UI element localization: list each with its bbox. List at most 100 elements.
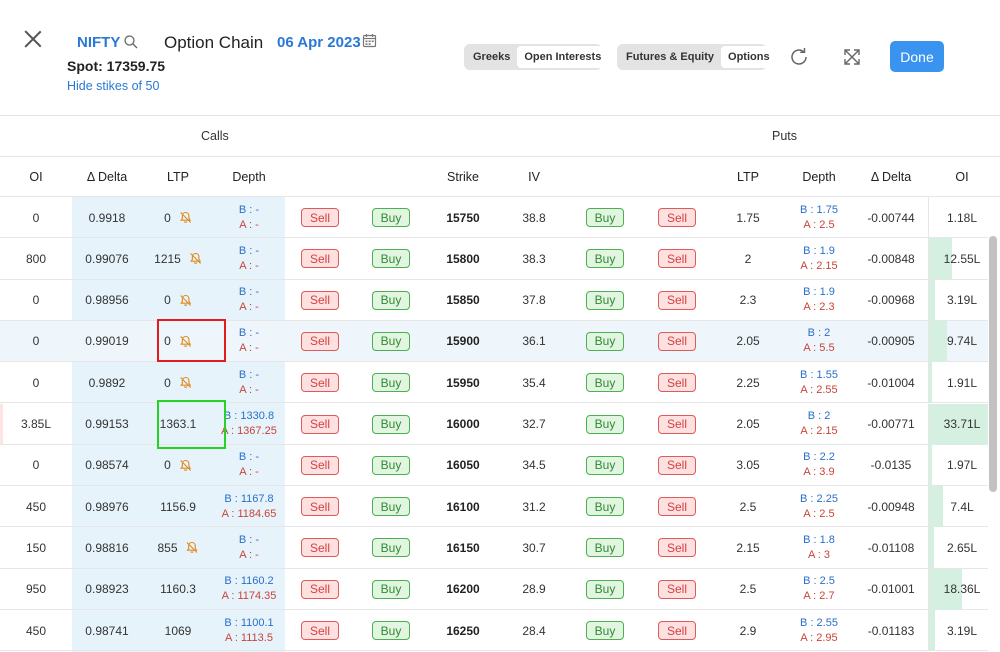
call-buy-button[interactable]: Buy: [372, 290, 410, 310]
col-iv[interactable]: IV: [528, 170, 540, 184]
expiry-date-selector[interactable]: 06 Apr 2023: [277, 34, 361, 51]
call-delta: 0.98741: [85, 623, 129, 638]
put-sell-button[interactable]: Sell: [658, 208, 696, 227]
call-buy-button[interactable]: Buy: [372, 579, 410, 599]
search-icon[interactable]: [123, 34, 139, 50]
put-sell-button[interactable]: Sell: [658, 290, 696, 310]
put-sell-button[interactable]: Sell: [658, 497, 696, 517]
calendar-icon[interactable]: [362, 33, 377, 48]
alert-off-icon[interactable]: [186, 541, 199, 554]
put-buy-button[interactable]: Buy: [586, 455, 624, 475]
call-sell-button[interactable]: Sell: [301, 414, 339, 434]
call-sell-button[interactable]: Sell: [301, 373, 339, 393]
call-buy-button[interactable]: Buy: [372, 208, 410, 227]
toggle-options[interactable]: Options: [721, 46, 777, 68]
call-sell-button[interactable]: Sell: [301, 331, 339, 351]
put-sell-button[interactable]: Sell: [658, 579, 696, 599]
alert-off-icon[interactable]: [179, 294, 192, 307]
call-sell-button[interactable]: Sell: [301, 538, 339, 558]
alert-off-icon[interactable]: [179, 376, 192, 389]
put-sell-button[interactable]: Sell: [658, 621, 696, 640]
option-row[interactable]: 950 0.98923 1160.3 B : 1160.2 A : 1174.35 Sel…: [0, 568, 988, 610]
close-icon[interactable]: [22, 28, 44, 50]
call-buy-button[interactable]: Buy: [372, 455, 410, 475]
alert-off-icon[interactable]: [189, 252, 202, 265]
refresh-icon[interactable]: [788, 46, 810, 68]
col-call-ltp[interactable]: LTP: [167, 170, 189, 184]
option-row[interactable]: 0 0.9918 0 B : - A : - Sell Buy 15750 38.8 Buy Sel…: [0, 197, 988, 239]
put-buy-button[interactable]: Buy: [586, 290, 624, 310]
col-put-delta[interactable]: Δ Delta: [871, 170, 911, 184]
hide-strikes-link[interactable]: Hide stikes of 50: [67, 79, 159, 93]
call-buy-cell: Buy: [372, 280, 410, 321]
option-row[interactable]: 0 0.98956 0 B : - A : - Sell Buy 15850 37.8 Buy Se…: [0, 279, 988, 321]
call-sell-button[interactable]: Sell: [301, 497, 339, 517]
put-sell-button[interactable]: Sell: [658, 373, 696, 393]
put-buy-button[interactable]: Buy: [586, 331, 624, 351]
done-button[interactable]: Done: [890, 41, 944, 72]
call-buy-button[interactable]: Buy: [372, 249, 410, 269]
call-buy-button[interactable]: Buy: [372, 331, 410, 351]
put-buy-button[interactable]: Buy: [586, 414, 624, 434]
put-sell-button[interactable]: Sell: [658, 414, 696, 434]
call-sell-button[interactable]: Sell: [301, 579, 339, 599]
call-sell-button[interactable]: Sell: [301, 290, 339, 310]
toggle-open-interests[interactable]: Open Interests: [517, 46, 609, 68]
col-put-depth[interactable]: Depth: [802, 170, 835, 184]
option-row[interactable]: 0 0.99019 0 B : -A : - Sell Buy 15900 36.1 Buy Se…: [0, 320, 988, 363]
put-buy-button[interactable]: Buy: [586, 497, 624, 517]
put-sell-cell: Sell: [658, 362, 696, 403]
iv: 34.5: [522, 458, 546, 473]
call-sell-button[interactable]: Sell: [301, 455, 339, 475]
call-buy-button[interactable]: Buy: [372, 621, 410, 640]
col-call-depth[interactable]: Depth: [232, 170, 265, 184]
call-ltp: 0: [164, 210, 171, 225]
call-delta: 0.98816: [85, 540, 129, 555]
call-buy-button[interactable]: Buy: [372, 497, 410, 517]
put-sell-button[interactable]: Sell: [658, 538, 696, 558]
put-buy-button[interactable]: Buy: [586, 208, 624, 227]
call-bid: B : -: [238, 286, 260, 299]
put-delta: -0.01183: [867, 623, 915, 638]
put-oi-bar: [929, 610, 935, 651]
call-buy-button[interactable]: Buy: [372, 373, 410, 393]
option-row[interactable]: 0 0.98574 0 B : - A : - Sell Buy 16050 34.5 Buy Se…: [0, 444, 988, 487]
option-row[interactable]: 450 0.98976 1156.9 B : 1167.8 A : 1184.65 Sel…: [0, 486, 988, 528]
col-call-delta[interactable]: Δ Delta: [87, 170, 127, 184]
option-row[interactable]: 150 0.98816 855 B : - A : - Sell Buy 16150 30.7 B…: [0, 527, 988, 569]
toggle-futures-equity[interactable]: Futures & Equity: [619, 46, 721, 68]
symbol-selector[interactable]: NIFTY: [77, 34, 120, 51]
col-strike[interactable]: Strike: [447, 170, 479, 184]
call-buy-button[interactable]: Buy: [372, 414, 410, 434]
toggle-greeks[interactable]: Greeks: [466, 46, 517, 68]
col-put-ltp[interactable]: LTP: [737, 170, 759, 184]
put-buy-button[interactable]: Buy: [586, 579, 624, 599]
strike-price: 16100: [446, 499, 480, 514]
expand-icon[interactable]: [842, 47, 862, 67]
call-sell-button[interactable]: Sell: [301, 249, 339, 269]
call-ltp: 1069: [164, 623, 192, 638]
option-row[interactable]: 3.85L 0.99153 1363.1 B : 1330.8 A : 1367.25 S…: [0, 403, 988, 445]
call-buy-cell: Buy: [372, 238, 410, 279]
call-sell-button[interactable]: Sell: [301, 621, 339, 640]
put-sell-button[interactable]: Sell: [658, 455, 696, 475]
option-row[interactable]: 0 0.9892 0 B : - A : - Sell Buy 15950 35.4 Buy Sel…: [0, 362, 988, 404]
put-bid: B : 2.5: [803, 575, 835, 588]
put-delta: -0.00948: [867, 499, 915, 514]
scrollbar[interactable]: [989, 236, 997, 492]
put-sell-button[interactable]: Sell: [658, 249, 696, 269]
option-row[interactable]: 800 0.99076 1215 B : - A : - Sell Buy 15800 38.3…: [0, 238, 988, 280]
col-put-oi[interactable]: OI: [955, 170, 968, 184]
call-sell-button[interactable]: Sell: [301, 208, 339, 227]
option-row[interactable]: 450 0.98741 1069 B : 1100.1 A : 1113.5 Sell Bu…: [0, 610, 988, 652]
put-buy-button[interactable]: Buy: [586, 249, 624, 269]
put-buy-button[interactable]: Buy: [586, 538, 624, 558]
put-buy-button[interactable]: Buy: [586, 373, 624, 393]
put-buy-button[interactable]: Buy: [586, 621, 624, 640]
call-buy-button[interactable]: Buy: [372, 538, 410, 558]
alert-off-icon[interactable]: [179, 459, 192, 472]
alert-off-icon[interactable]: [179, 211, 192, 224]
call-depth: B : - A : -: [239, 527, 259, 568]
col-call-oi[interactable]: OI: [29, 170, 42, 184]
put-sell-button[interactable]: Sell: [658, 331, 696, 351]
